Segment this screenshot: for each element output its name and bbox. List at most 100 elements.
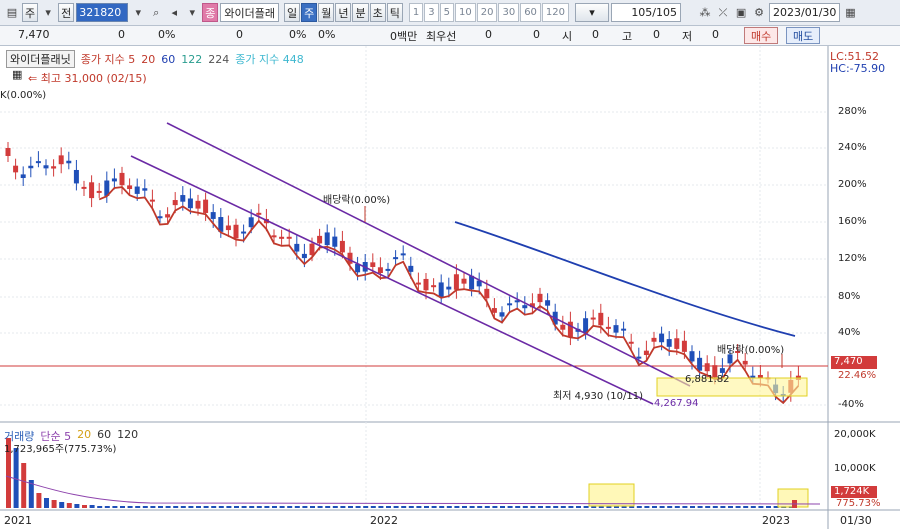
candle-body [149,199,155,202]
chevron-down-icon[interactable]: ▾ [40,5,56,21]
interval-tab-3[interactable]: 3 [424,3,439,22]
volume-bar [226,506,232,508]
candle-body [317,235,323,244]
chart-area[interactable]: 와이더플래닛 종가 지수 5 20 60 122 224 종가 지수 448 ▦ ⇐ 최고… [0,46,900,529]
save-icon[interactable]: ▣ [733,5,749,21]
candle-body [233,224,239,239]
y-tick-label: 40% [838,327,861,338]
highlight-box-price [656,377,808,397]
legend-item-2[interactable]: 60 [161,53,175,66]
stock-name-field[interactable]: 와이더플래 [220,3,279,22]
interval-tab-20[interactable]: 20 [476,3,498,22]
trendline-low-label: 4,267.94 [654,398,699,409]
sell-button[interactable]: 매도 [786,27,821,44]
period-tab-1[interactable]: 주 [301,3,318,22]
candle-body [453,274,459,290]
candle-body [332,236,338,247]
interval-tab-1[interactable]: 1 [408,3,424,22]
candle-body [165,214,171,218]
legend-item-5[interactable]: 종가 지수 448 [235,53,303,66]
market-select[interactable]: 주 [22,3,39,22]
speaker-icon[interactable]: ◂ [166,5,182,21]
candle-body [28,165,34,169]
legend-item-4[interactable]: 224 [208,53,229,66]
interval-tab-120[interactable]: 120 [541,3,570,22]
mode-select[interactable]: 전 [58,3,75,22]
period-tab-4[interactable]: 분 [352,3,369,22]
candle-body [187,198,193,209]
candle-body [5,148,11,156]
candle-body [704,363,710,372]
volume-bar [355,506,361,508]
period-tab-5[interactable]: 초 [369,3,386,22]
interval-dropdown[interactable]: ▾ [575,3,610,22]
volume-bar [553,506,559,508]
highlight-box-volume-1 [588,483,635,507]
candle-body [241,231,247,234]
period-tab-3[interactable]: 년 [335,3,352,22]
chevron-down-icon[interactable]: ▾ [130,5,146,21]
period-tab-0[interactable]: 일 [283,3,301,22]
candle-body [666,339,672,347]
volume-bar [74,504,80,508]
draw-tool-icon[interactable]: ⤫ [715,5,731,21]
chart-menu-icon[interactable]: ▤ [4,5,20,21]
candle-body [111,178,117,182]
candle-body [370,262,376,267]
period-tab-6[interactable]: 틱 [386,3,403,22]
volume-bar [173,506,179,508]
volume-bar [211,506,217,508]
dividend-note-1: 배당락(0.00%) [323,195,391,206]
chevron-down-icon[interactable]: ▾ [184,5,200,21]
interval-tab-10[interactable]: 10 [454,3,476,22]
volume-bar [51,500,57,508]
category-badge: 종 [202,3,219,22]
bar-count-field[interactable]: 105/105 [611,3,682,22]
volume-bar [416,506,422,508]
volume-bar [279,506,285,508]
candle-body [73,169,79,184]
date-field[interactable]: 2023/01/30 [769,3,841,22]
candle-body [499,312,505,317]
candle-body [172,200,178,206]
candle-body [431,285,437,288]
legend-item-1[interactable]: 20 [141,53,155,66]
amount-value: 0백만 [390,30,418,43]
candle-body [621,328,627,331]
search-icon[interactable]: ⌕ [148,5,164,21]
candle-body [89,182,95,199]
left-percent-label: K(0.00%) [0,90,47,101]
y-tick-label: 120% [838,253,867,264]
x-label-2023: 2023 [762,514,790,527]
candle-body [674,338,680,349]
interval-tab-60[interactable]: 60 [520,3,541,22]
chart-tool-icon[interactable]: ▦ [12,68,22,81]
volume-bar [142,506,148,508]
volume-bar [196,506,201,508]
candle-body [377,267,383,274]
legend-item-3[interactable]: 122 [181,53,202,66]
legend-item-0[interactable]: 종가 지수 5 [81,53,135,66]
candle-body [537,293,543,303]
volume-bar [256,506,262,508]
period-tab-2[interactable]: 월 [318,3,335,22]
candle-body [613,325,619,333]
volume-bar [766,506,771,508]
y-tick-label: 200% [838,179,867,190]
volume-bar [439,506,445,508]
candle-body [491,308,497,313]
y-tick-label: 280% [838,106,867,117]
gear-icon[interactable]: ⚙ [751,5,767,21]
buy-button[interactable]: 매수 [744,27,779,44]
price-chart-svg[interactable] [0,46,900,529]
candle-body [81,186,87,189]
chevron-down-icon[interactable]: ⁂ [697,5,713,21]
interval-tab-30[interactable]: 30 [498,3,520,22]
volume-bar [135,506,141,508]
volume-bar [538,506,543,508]
volume-bar [218,506,224,508]
interval-tab-5[interactable]: 5 [439,3,454,22]
volume-legend-item-4[interactable]: 120 [117,428,138,444]
stock-code-input[interactable]: 321820 [76,3,129,22]
calendar-icon[interactable]: ▦ [842,5,858,21]
